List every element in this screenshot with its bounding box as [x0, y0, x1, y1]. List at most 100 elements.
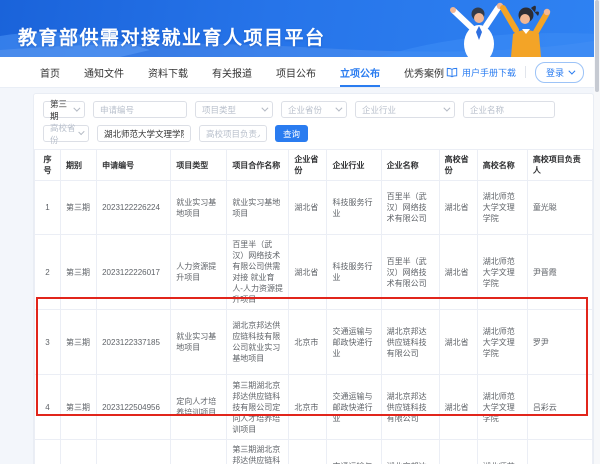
table-cell: 湖北省: [289, 181, 327, 235]
table-cell: 第三期: [61, 310, 97, 375]
table-cell: 湖北师范大学文理学院: [477, 235, 527, 310]
company-province-placeholder: 企业省份: [288, 104, 322, 116]
col-header-application-number: 申请编号: [97, 150, 171, 181]
nav-item-approval-announcement[interactable]: 立项公布: [340, 57, 380, 87]
table-cell: 湖北省: [439, 181, 477, 235]
table-row: 3第三期2023122337185就业实习基地项目湖北京邦达供应链科技有限公司就…: [35, 310, 593, 375]
table-row: 1第三期2023122226224就业实习基地项目就业实习基地项目湖北省科技服务…: [35, 181, 593, 235]
filter-row-1: 第三期 项目类型 企业省份 企业行业: [43, 101, 593, 118]
table-cell: 湖北省: [439, 375, 477, 440]
user-manual-download-link[interactable]: 用户手册下载: [446, 66, 516, 79]
table-cell: 北京市: [289, 310, 327, 375]
table-cell: 第三期: [61, 440, 97, 464]
table-row: 5第三期2023122250883重点群体就业帮扶项目第三期湖北京邦达供应链科技…: [35, 440, 593, 464]
table-row: 2第三期2023122226017人力资源提升项目百里半（武汉）网络技术有限公司…: [35, 235, 593, 310]
table-cell: 童光聪: [527, 181, 592, 235]
table-cell: 甘伟: [527, 440, 592, 464]
people-highfive-illustration: [394, 0, 594, 57]
table-cell: 湖北省: [289, 235, 327, 310]
table-cell: 第三期: [61, 235, 97, 310]
nav-item-excellent-cases[interactable]: 优秀案例: [404, 57, 444, 87]
filter-row-2: 高校省份 查询: [43, 125, 593, 142]
table-cell: 1: [35, 181, 61, 235]
table-cell: 就业实习基地项目: [227, 181, 289, 235]
table-cell: 湖北京邦达供应链科技有限公司: [381, 375, 439, 440]
col-header-project-type: 项目类型: [171, 150, 227, 181]
table-cell: 湖北师范大学文理学院: [477, 181, 527, 235]
user-manual-label: 用户手册下载: [462, 66, 516, 79]
table-cell: 尹晋霞: [527, 235, 592, 310]
nav-item-project-announcement[interactable]: 项目公布: [276, 57, 316, 87]
table-cell: 科技服务行业: [327, 181, 381, 235]
project-type-placeholder: 项目类型: [202, 104, 236, 116]
table-cell: 交通运输与邮政快递行业: [327, 440, 381, 464]
table-cell: 第三期湖北京邦达供应链科技有限公司定向人才培养培训项目: [227, 375, 289, 440]
col-header-index: 序号: [35, 150, 61, 181]
table-header: 序号 期别 申请编号 项目类型 项目合作名称 企业省份 企业行业 企业名称 高校…: [35, 150, 593, 181]
table-cell: 湖北京邦达供应链科技有限公司: [381, 310, 439, 375]
main-nav: 首页 通知文件 资料下载 有关报道 项目公布 立项公布 优秀案例 用户手册下载 …: [0, 57, 600, 88]
filter-bar: 第三期 项目类型 企业省份 企业行业 高校省份: [34, 94, 593, 142]
chevron-down-icon: [443, 105, 450, 112]
phase-select-value: 第三期: [50, 98, 73, 122]
nav-item-notices[interactable]: 通知文件: [84, 57, 124, 87]
top-banner: 教育部供需对接就业育人项目平台: [0, 0, 600, 57]
table-cell: 第三期湖北京邦达供应链科技有限公司供需对接就业育人重点群体就业帮扶项目: [227, 440, 289, 464]
nav-divider: [525, 66, 526, 78]
nav-items: 首页 通知文件 资料下载 有关报道 项目公布 立项公布 优秀案例: [0, 57, 444, 87]
chevron-down-icon: [78, 129, 85, 136]
nav-item-home[interactable]: 首页: [40, 57, 60, 87]
book-icon: [446, 67, 458, 78]
col-header-project-name: 项目合作名称: [227, 150, 289, 181]
scrollbar-thumb[interactable]: [595, 0, 599, 92]
company-province-select[interactable]: 企业省份: [281, 101, 347, 118]
application-number-input[interactable]: [93, 101, 187, 118]
table-cell: 就业实习基地项目: [171, 310, 227, 375]
table-cell: 2023122504956: [97, 375, 171, 440]
table-cell: 吕彩云: [527, 375, 592, 440]
table-cell: 2023122226017: [97, 235, 171, 310]
table-cell: 湖北京邦达供应链科技有限公司: [381, 440, 439, 464]
school-leader-input[interactable]: [199, 125, 267, 142]
table-cell: 第三期: [61, 181, 97, 235]
projects-table: 序号 期别 申请编号 项目类型 项目合作名称 企业省份 企业行业 企业名称 高校…: [34, 149, 593, 464]
scrollbar[interactable]: [594, 0, 600, 464]
table-cell: 科技服务行业: [327, 235, 381, 310]
table-row: 4第三期2023122504956定向人才培养培训项目第三期湖北京邦达供应链科技…: [35, 375, 593, 440]
nav-right-group: 用户手册下载 登录: [446, 62, 600, 83]
col-header-school-province: 高校省份: [439, 150, 477, 181]
table-cell: 湖北师范大学文理学院: [477, 440, 527, 464]
table-cell: 2023122250883: [97, 440, 171, 464]
chevron-down-icon: [74, 105, 81, 112]
school-name-input[interactable]: [97, 125, 191, 142]
company-industry-select[interactable]: 企业行业: [355, 101, 455, 118]
table-cell: 百里半（武汉）网络技术有限公司: [381, 235, 439, 310]
table-cell: 北京市: [289, 440, 327, 464]
table-cell: 2023122226224: [97, 181, 171, 235]
table-cell: 第三期: [61, 375, 97, 440]
nav-item-downloads[interactable]: 资料下载: [148, 57, 188, 87]
table-cell: 湖北省: [439, 310, 477, 375]
table-cell: 百里半（武汉）网络技术有限公司: [381, 181, 439, 235]
search-button[interactable]: 查询: [275, 125, 308, 142]
table-cell: 罗尹: [527, 310, 592, 375]
table-cell: 人力资源提升项目: [171, 235, 227, 310]
col-header-company-name: 企业名称: [381, 150, 439, 181]
table-cell: 交通运输与邮政快递行业: [327, 310, 381, 375]
col-header-phase: 期别: [61, 150, 97, 181]
table-cell: 就业实习基地项目: [171, 181, 227, 235]
content-card: 第三期 项目类型 企业省份 企业行业 高校省份: [33, 93, 594, 464]
table-cell: 交通运输与邮政快递行业: [327, 375, 381, 440]
table-body: 1第三期2023122226224就业实习基地项目就业实习基地项目湖北省科技服务…: [35, 181, 593, 464]
chevron-down-icon: [568, 67, 575, 74]
nav-item-reports[interactable]: 有关报道: [212, 57, 252, 87]
table-cell: 3: [35, 310, 61, 375]
project-type-select[interactable]: 项目类型: [195, 101, 273, 118]
login-button[interactable]: 登录: [535, 62, 584, 83]
col-header-company-industry: 企业行业: [327, 150, 381, 181]
company-name-input[interactable]: [463, 101, 555, 118]
chevron-down-icon: [261, 105, 268, 112]
school-province-select[interactable]: 高校省份: [43, 125, 89, 142]
phase-select[interactable]: 第三期: [43, 101, 85, 118]
col-header-school-leader: 高校项目负责人: [527, 150, 592, 181]
